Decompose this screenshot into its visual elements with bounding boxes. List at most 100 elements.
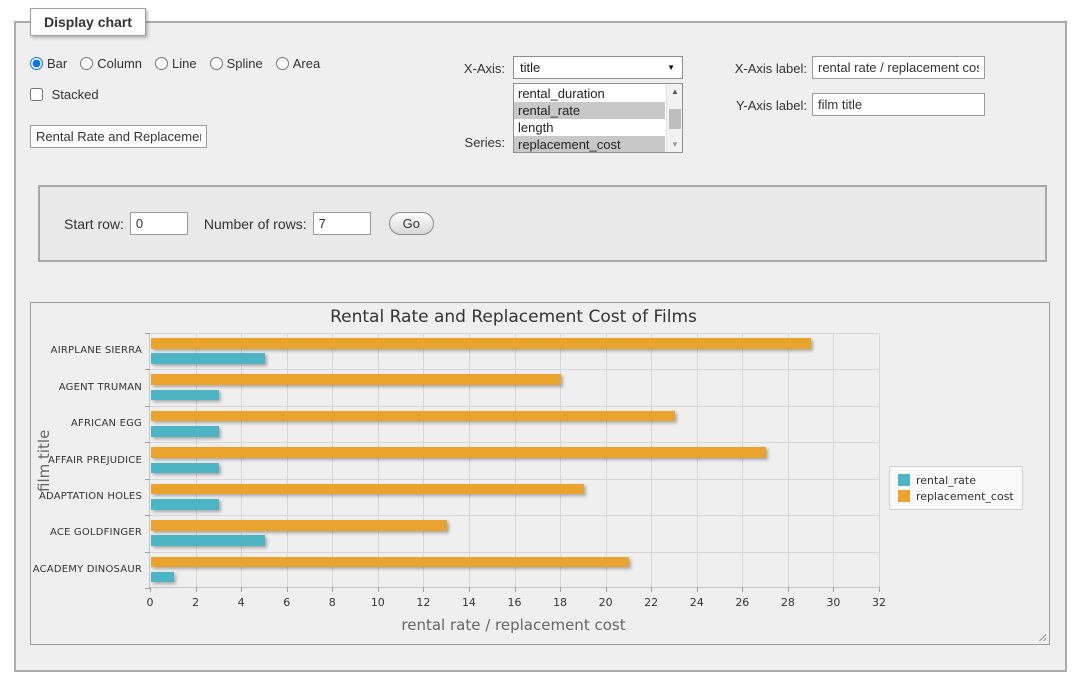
x-tick bbox=[651, 587, 652, 592]
stacked-checkbox-row[interactable]: Stacked bbox=[30, 87, 99, 102]
x-tick-label: 28 bbox=[768, 596, 808, 609]
bar-rental_rate[interactable] bbox=[151, 426, 219, 437]
series-option-rental_rate[interactable]: rental_rate bbox=[514, 102, 665, 119]
chart-type-option-area[interactable]: Area bbox=[276, 56, 320, 71]
x-tick bbox=[879, 587, 880, 592]
y-gridline bbox=[150, 406, 878, 407]
number-of-rows-input[interactable] bbox=[313, 212, 371, 235]
x-tick-label: 30 bbox=[813, 596, 853, 609]
bar-replacement_cost[interactable] bbox=[151, 557, 629, 568]
bar-rental_rate[interactable] bbox=[151, 535, 265, 546]
stacked-checkbox[interactable] bbox=[30, 88, 43, 101]
category-label: AFRICAN EGG bbox=[32, 418, 142, 429]
scroll-up-icon[interactable]: ▲ bbox=[667, 84, 683, 99]
rows-form: Start row: Number of rows: Go bbox=[40, 187, 1045, 260]
x-tick bbox=[697, 587, 698, 592]
series-list-label: Series: bbox=[403, 135, 505, 150]
chart-type-radio-spline[interactable] bbox=[210, 57, 223, 70]
chart-type-radio-label: Bar bbox=[47, 56, 67, 71]
bar-replacement_cost[interactable] bbox=[151, 411, 675, 422]
x-tick bbox=[287, 587, 288, 592]
x-tick-label: 4 bbox=[221, 596, 261, 609]
y-gridline bbox=[150, 333, 878, 334]
x-axis-label-input[interactable] bbox=[812, 56, 985, 79]
bar-replacement_cost[interactable] bbox=[151, 484, 584, 495]
y-axis-label-input[interactable] bbox=[812, 93, 985, 116]
x-gridline bbox=[833, 333, 834, 587]
x-tick-label: 18 bbox=[540, 596, 580, 609]
y-gridline bbox=[150, 515, 878, 516]
chart-title-input[interactable] bbox=[30, 125, 207, 148]
resize-grip-icon[interactable] bbox=[1036, 631, 1046, 641]
bar-rental_rate[interactable] bbox=[151, 572, 174, 583]
x-gridline bbox=[241, 333, 242, 587]
bar-replacement_cost[interactable] bbox=[151, 374, 561, 385]
chart-type-option-column[interactable]: Column bbox=[80, 56, 142, 71]
series-list-scrollbar[interactable]: ▲ ▼ bbox=[666, 84, 682, 152]
chart-container: Rental Rate and Replacement Cost of Film… bbox=[30, 302, 1050, 645]
x-gridline bbox=[423, 333, 424, 587]
y-tick bbox=[145, 515, 150, 516]
x-tick-label: 2 bbox=[176, 596, 216, 609]
x-tick bbox=[833, 587, 834, 592]
chart-type-radio-label: Column bbox=[97, 56, 142, 71]
chart-type-radio-column[interactable] bbox=[80, 57, 93, 70]
x-gridline bbox=[515, 333, 516, 587]
y-gridline bbox=[150, 552, 878, 553]
legend-label: rental_rate bbox=[916, 474, 976, 487]
chart-type-radio-label: Line bbox=[172, 56, 197, 71]
legend-item-rental_rate[interactable]: rental_rate bbox=[898, 472, 1014, 488]
x-tick-label: 0 bbox=[130, 596, 170, 609]
chart-type-radio-line[interactable] bbox=[155, 57, 168, 70]
x-axis-select[interactable]: title ▼ bbox=[513, 56, 683, 79]
series-listbox[interactable]: rental_durationrental_ratelengthreplacem… bbox=[513, 83, 683, 153]
start-row-label: Start row: bbox=[64, 216, 124, 232]
bar-rental_rate[interactable] bbox=[151, 390, 219, 401]
x-tick-label: 16 bbox=[495, 596, 535, 609]
x-gridline bbox=[560, 333, 561, 587]
rows-panel: Start row: Number of rows: Go bbox=[38, 185, 1047, 262]
bar-rental_rate[interactable] bbox=[151, 353, 265, 364]
y-tick bbox=[145, 333, 150, 334]
x-tick bbox=[196, 587, 197, 592]
chart-type-option-line[interactable]: Line bbox=[155, 56, 197, 71]
x-gridline bbox=[287, 333, 288, 587]
series-option-replacement_cost[interactable]: replacement_cost bbox=[514, 136, 665, 153]
bar-replacement_cost[interactable] bbox=[151, 338, 811, 349]
chart-type-radio-area[interactable] bbox=[276, 57, 289, 70]
x-tick bbox=[332, 587, 333, 592]
x-tick bbox=[423, 587, 424, 592]
go-button[interactable]: Go bbox=[389, 212, 434, 235]
stacked-label: Stacked bbox=[52, 87, 99, 102]
bar-replacement_cost[interactable] bbox=[151, 520, 447, 531]
scrollbar-thumb[interactable] bbox=[669, 109, 681, 129]
start-row-input[interactable] bbox=[130, 212, 188, 235]
series-option-length[interactable]: length bbox=[514, 119, 665, 136]
x-gridline bbox=[332, 333, 333, 587]
chevron-down-icon: ▼ bbox=[667, 57, 675, 79]
x-gridline bbox=[879, 333, 880, 587]
scroll-down-icon[interactable]: ▼ bbox=[667, 137, 683, 152]
y-gridline bbox=[150, 479, 878, 480]
chart-type-option-bar[interactable]: Bar bbox=[30, 56, 67, 71]
chart-type-option-spline[interactable]: Spline bbox=[210, 56, 263, 71]
bar-replacement_cost[interactable] bbox=[151, 447, 766, 458]
chart-type-radio-bar[interactable] bbox=[30, 57, 43, 70]
legend-item-replacement_cost[interactable]: replacement_cost bbox=[898, 488, 1014, 504]
x-tick-label: 24 bbox=[677, 596, 717, 609]
number-of-rows-label: Number of rows: bbox=[204, 216, 307, 232]
y-gridline bbox=[150, 442, 878, 443]
x-gridline bbox=[469, 333, 470, 587]
x-tick bbox=[560, 587, 561, 592]
x-gridline bbox=[378, 333, 379, 587]
x-axis-label-label: X-Axis label: bbox=[712, 61, 807, 76]
y-tick bbox=[145, 552, 150, 553]
series-option-rental_duration[interactable]: rental_duration bbox=[514, 85, 665, 102]
page: Display chart BarColumnLineSplineArea St… bbox=[0, 0, 1081, 681]
x-tick bbox=[150, 587, 151, 592]
category-label: ACADEMY DINOSAUR bbox=[32, 564, 142, 575]
x-gridline bbox=[651, 333, 652, 587]
bar-rental_rate[interactable] bbox=[151, 499, 219, 510]
bar-rental_rate[interactable] bbox=[151, 463, 219, 474]
y-tick bbox=[145, 406, 150, 407]
